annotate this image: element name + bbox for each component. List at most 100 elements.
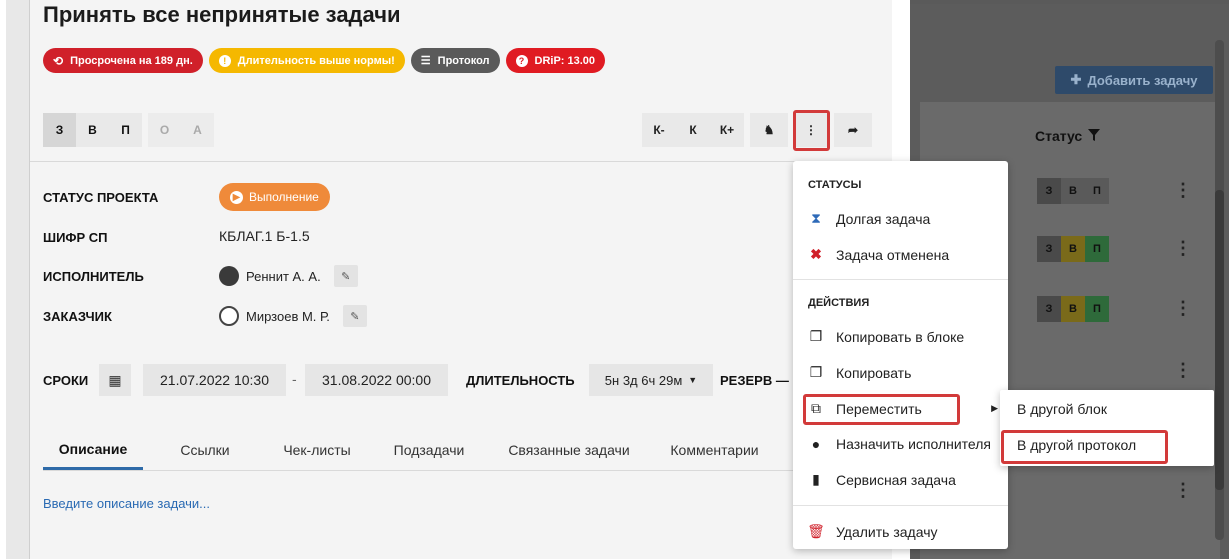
caret-down-icon: ▼: [688, 375, 698, 385]
play-icon: ▶: [230, 190, 243, 204]
tab-checklists[interactable]: Чек-листы: [267, 430, 367, 470]
menu-item-assign-executor[interactable]: ● Назначить исполнителя: [808, 436, 991, 452]
duration-select[interactable]: 5н 3д 6ч 29м ▼: [589, 364, 713, 396]
row-z: З: [1037, 178, 1061, 204]
other-protocol-highlight: [1001, 430, 1168, 464]
help-icon: ?: [515, 54, 528, 67]
task-actions-menu: СТАТУСЫ ⧗ Долгая задача ✖ Задача отменен…: [793, 161, 1008, 549]
chevron-right-icon: ▶: [991, 403, 998, 413]
cipher-label: ШИФР СП: [43, 230, 108, 245]
project-status-value: Выполнение: [249, 190, 319, 204]
calendar-icon[interactable]: ▦: [99, 364, 131, 396]
status-column-header[interactable]: Статус: [1035, 128, 1101, 144]
protocol-badge-label: Протокол: [437, 54, 490, 67]
submenu-item-other-block[interactable]: В другой блок: [1017, 401, 1107, 417]
k-minus-button[interactable]: К-: [642, 113, 676, 147]
copy-icon: ❐: [809, 364, 823, 380]
pencil-icon[interactable]: ✎: [342, 305, 367, 327]
row-z: З: [1037, 296, 1061, 322]
row-priority-2: З В П: [1037, 236, 1109, 262]
task-tabs: Описание Ссылки Чек-листы Подзадачи Связ…: [43, 430, 782, 470]
drip-badge: ? DRiP: 13.00: [505, 48, 606, 73]
menu-item-service-task[interactable]: ▮ Сервисная задача: [808, 471, 956, 488]
project-status-label: СТАТУС ПРОЕКТА: [43, 190, 159, 205]
menu-item-copy[interactable]: ❐ Копировать: [808, 364, 912, 381]
user-icon: ●: [811, 436, 821, 452]
priority-toggle-group: З В П О А: [43, 113, 214, 147]
tab-description[interactable]: Описание: [43, 430, 143, 470]
row-menu-icon[interactable]: ⋮: [1174, 298, 1192, 319]
reserve-label: РЕЗЕРВ —: [720, 373, 789, 388]
tab-links[interactable]: Ссылки: [143, 430, 267, 470]
duration-badge-label: Длительность выше нормы!: [237, 54, 395, 67]
drip-badge-label: DRiP: 13.00: [534, 54, 596, 67]
description-input[interactable]: Введите описание задачи...: [43, 496, 210, 511]
trash-icon: 🗑: [807, 523, 825, 539]
row-p: П: [1085, 178, 1109, 204]
menu-item-long-task[interactable]: ⧗ Долгая задача: [808, 210, 930, 227]
customer-label: ЗАКАЗЧИК: [43, 309, 112, 324]
row-menu-icon[interactable]: ⋮: [1174, 238, 1192, 259]
executor-field: Реннит А. А. ✎: [219, 265, 358, 287]
menu-item-task-cancelled[interactable]: ✖ Задача отменена: [808, 246, 949, 263]
scrollbar[interactable]: [1215, 40, 1224, 540]
menu-item-label: Назначить исполнителя: [836, 436, 992, 452]
status-header-label: Статус: [1035, 128, 1083, 144]
task-title: Принять все непринятые задачи: [43, 2, 401, 27]
cross-icon: ✖: [810, 246, 822, 262]
list-icon: ☰: [420, 55, 431, 67]
tab-subtasks[interactable]: Подзадачи: [367, 430, 491, 470]
tab-related-tasks[interactable]: Связанные задачи: [491, 430, 647, 470]
menu-item-label: Копировать в блоке: [836, 328, 965, 345]
menu-item-copy-in-block[interactable]: ❐ Копировать в блоке: [808, 328, 964, 345]
row-v: В: [1061, 178, 1085, 204]
task-badges: ⟲ Просрочена на 189 дн. ! Длительность в…: [43, 48, 606, 73]
pencil-icon[interactable]: ✎: [333, 265, 358, 287]
menu-item-label: Копировать: [836, 364, 912, 381]
cipher-value: КБЛАГ.1 Б-1.5: [219, 228, 310, 244]
overdue-badge: ⟲ Просрочена на 189 дн.: [43, 48, 203, 73]
menu-item-label: Долгая задача: [836, 210, 931, 227]
menu-item-label: Задача отменена: [836, 246, 950, 263]
protocol-badge[interactable]: ☰ Протокол: [410, 48, 500, 73]
priority-p-button[interactable]: П: [109, 113, 142, 147]
dates-label: СРОКИ: [43, 373, 89, 388]
customer-field: Мирзоев М. Р. ✎: [219, 305, 367, 327]
tab-comments[interactable]: Комментарии: [647, 430, 782, 470]
end-date-input[interactable]: 31.08.2022 00:00: [305, 364, 448, 396]
row-v: В: [1061, 236, 1085, 262]
row-priority-3: З В П: [1037, 296, 1109, 322]
row-p: П: [1085, 296, 1109, 322]
priority-o-button[interactable]: О: [148, 113, 181, 147]
menu-item-delete-task[interactable]: 🗑 Удалить задачу: [807, 523, 937, 540]
priority-z-button[interactable]: З: [43, 113, 76, 147]
row-priority-1: З В П: [1037, 178, 1109, 204]
overdue-badge-label: Просрочена на 189 дн.: [70, 54, 193, 67]
k-button[interactable]: К: [676, 113, 710, 147]
priority-v-button[interactable]: В: [76, 113, 109, 147]
move-item-highlight: [803, 394, 960, 425]
plus-icon: ✚: [1070, 72, 1082, 87]
row-menu-icon[interactable]: ⋮: [1174, 360, 1192, 381]
row-menu-icon[interactable]: ⋮: [1174, 180, 1192, 201]
row-p: П: [1085, 236, 1109, 262]
avatar: [219, 266, 239, 286]
row-z: З: [1037, 236, 1061, 262]
duration-value: 5н 3д 6ч 29м: [604, 372, 683, 388]
history-icon: ⟲: [53, 53, 64, 68]
project-status-chip[interactable]: ▶ Выполнение: [219, 183, 330, 211]
share-icon[interactable]: ➦: [834, 113, 872, 147]
add-task-button[interactable]: ✚ Добавить задачу: [1055, 66, 1213, 94]
task-toolbar: К- К К+ ♞ ⋮ ➦: [642, 113, 872, 147]
row-menu-icon[interactable]: ⋮: [1174, 480, 1192, 501]
task-modal: Принять все непринятые задачи ⟲ Просроче…: [30, 0, 910, 559]
executor-label: ИСПОЛНИТЕЛЬ: [43, 269, 144, 284]
date-separator: -: [292, 371, 297, 387]
start-date-input[interactable]: 21.07.2022 10:30: [143, 364, 286, 396]
filter-icon[interactable]: [1088, 128, 1101, 144]
row-v: В: [1061, 296, 1085, 322]
chess-icon[interactable]: ♞: [750, 113, 788, 147]
priority-a-button[interactable]: А: [181, 113, 214, 147]
k-plus-button[interactable]: К+: [710, 113, 744, 147]
add-task-label: Добавить задачу: [1087, 72, 1198, 88]
